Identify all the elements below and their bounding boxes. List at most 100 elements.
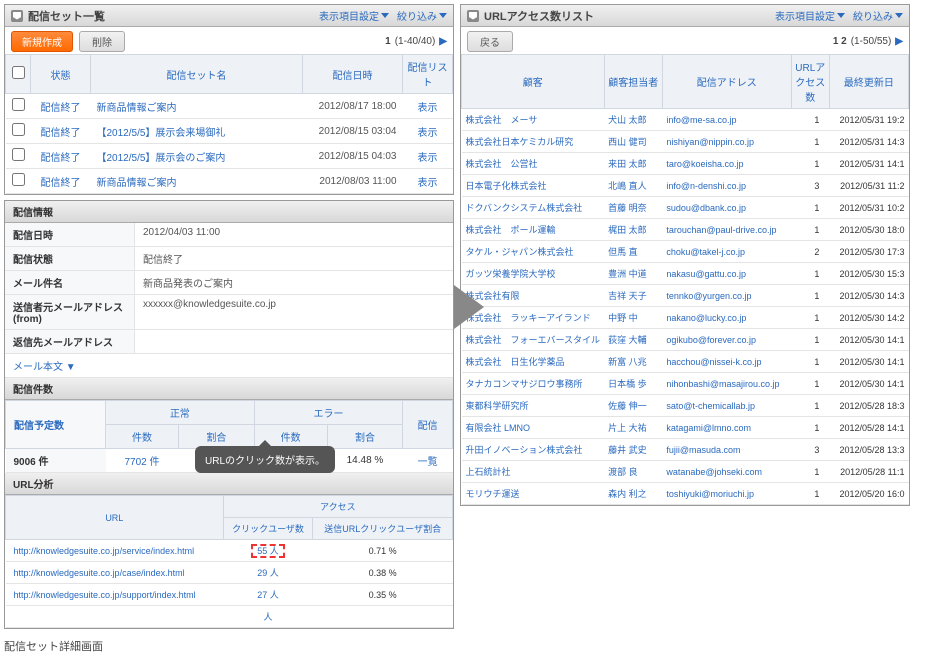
customer-cell[interactable]: 日本電子化株式会社 [462, 175, 605, 197]
url-cell[interactable]: http://knowledgesuite.co.jp/service/inde… [6, 540, 224, 562]
customer-cell[interactable]: 株式会社日本ケミカル研究 [462, 131, 605, 153]
rep-cell[interactable]: 片上 大祐 [604, 417, 662, 439]
customer-cell[interactable]: 上石統計社 [462, 461, 605, 483]
rep-cell[interactable]: 中野 中 [604, 307, 662, 329]
table-row[interactable]: 株式会社 ラッキーアイランド中野 中nakano@lucky.co.jp1201… [462, 307, 909, 329]
table-row[interactable]: 配信終了新商品情報ご案内2012/08/17 18:00表示 [6, 94, 453, 119]
email-cell[interactable]: hacchou@nissei-k.co.jp [662, 351, 791, 373]
email-cell[interactable]: tennko@yurgen.co.jp [662, 285, 791, 307]
select-all-checkbox[interactable] [6, 55, 31, 94]
table-row[interactable]: モリウチ運送森内 利之toshiyuki@moriuchi.jp12012/05… [462, 483, 909, 505]
table-row[interactable]: 株式会社日本ケミカル研究西山 健司nishiyan@nippin.co.jp12… [462, 131, 909, 153]
email-cell[interactable]: info@n-denshi.co.jp [662, 175, 791, 197]
rep-cell[interactable]: 首藤 明奈 [604, 197, 662, 219]
rep-cell[interactable]: 西山 健司 [604, 131, 662, 153]
table-row[interactable]: ガッツ栄養学院大学校豊洲 中道nakasu@gattu.co.jp12012/0… [462, 263, 909, 285]
rep-cell[interactable]: 佐藤 伸一 [604, 395, 662, 417]
table-row[interactable]: 株式会社 ポール運輸梶田 太郎tarouchan@paul-drive.co.j… [462, 219, 909, 241]
email-cell[interactable]: tarouchan@paul-drive.co.jp [662, 219, 791, 241]
col-updated[interactable]: 最終更新日 [829, 55, 908, 109]
list-link[interactable]: 表示 [403, 144, 453, 169]
customer-cell[interactable]: 有限会社 LMNO [462, 417, 605, 439]
table-row[interactable]: ドクバンクシステム株式会社首藤 明奈sudou@dbank.co.jp12012… [462, 197, 909, 219]
rep-cell[interactable]: 豊洲 中道 [604, 263, 662, 285]
rep-cell[interactable]: 森内 利之 [604, 483, 662, 505]
display-settings-link[interactable]: 表示項目設定 [775, 8, 845, 23]
url-cell[interactable]: http://knowledgesuite.co.jp/support/inde… [6, 584, 224, 606]
rep-cell[interactable]: 梶田 太郎 [604, 219, 662, 241]
display-settings-link[interactable]: 表示項目設定 [319, 8, 389, 23]
mail-body-link[interactable]: メール本文 ▼ [5, 354, 453, 378]
back-button[interactable]: 戻る [467, 31, 513, 52]
rep-cell[interactable]: 日本橋 歩 [604, 373, 662, 395]
filter-link[interactable]: 絞り込み [853, 8, 903, 23]
email-cell[interactable]: fujii@masuda.com [662, 439, 791, 461]
row-checkbox[interactable] [6, 94, 31, 119]
customer-cell[interactable]: 株式会社 フォーエバースタイル [462, 329, 605, 351]
col-datetime[interactable]: 配信日時 [303, 55, 403, 94]
table-row[interactable]: 東都科学研究所佐藤 伸一sato@t-chemicallab.jp12012/0… [462, 395, 909, 417]
table-row[interactable]: 配信終了【2012/5/5】展示会来場御礼2012/08/15 03:04表示 [6, 119, 453, 144]
email-cell[interactable]: nakano@lucky.co.jp [662, 307, 791, 329]
table-row[interactable]: タケル・ジャパン株式会社但馬 直choku@takel-j.co.jp22012… [462, 241, 909, 263]
table-row[interactable]: 升田イノベーション株式会社藤井 武史fujii@masuda.com32012/… [462, 439, 909, 461]
table-row[interactable]: 配信終了【2012/5/5】展示会のご案内2012/08/15 04:03表示 [6, 144, 453, 169]
rep-cell[interactable]: 荻窪 大輔 [604, 329, 662, 351]
name-cell[interactable]: 新商品情報ご案内 [91, 169, 303, 194]
col-list[interactable]: 配信リスト [403, 55, 453, 94]
customer-cell[interactable]: 株式会社 日生化学薬品 [462, 351, 605, 373]
next-page-icon[interactable]: ▶ [439, 36, 447, 47]
next-page-icon[interactable]: ▶ [895, 36, 903, 47]
click-users-cell[interactable]: 27 人 [223, 584, 313, 606]
customer-cell[interactable]: 株式会社 メーサ [462, 109, 605, 131]
email-cell[interactable]: nihonbashi@masajirou.co.jp [662, 373, 791, 395]
list-link[interactable]: 表示 [403, 119, 453, 144]
email-cell[interactable]: nishiyan@nippin.co.jp [662, 131, 791, 153]
col-name[interactable]: 配信セット名 [91, 55, 303, 94]
email-cell[interactable]: ogikubo@forever.co.jp [662, 329, 791, 351]
rep-cell[interactable]: 渡部 良 [604, 461, 662, 483]
customer-cell[interactable]: 株式会社 公営社 [462, 153, 605, 175]
pager[interactable]: 1 (1-40/40)▶ [385, 36, 447, 47]
customer-cell[interactable]: タケル・ジャパン株式会社 [462, 241, 605, 263]
url-cell[interactable]: http://knowledgesuite.co.jp/case/index.h… [6, 562, 224, 584]
rep-cell[interactable]: 新富 八兆 [604, 351, 662, 373]
customer-cell[interactable]: ドクバンクシステム株式会社 [462, 197, 605, 219]
rep-cell[interactable]: 犬山 太郎 [604, 109, 662, 131]
rep-cell[interactable]: 来田 太郎 [604, 153, 662, 175]
customer-cell[interactable]: 株式会社 ポール運輸 [462, 219, 605, 241]
rep-cell[interactable]: 吉祥 天子 [604, 285, 662, 307]
table-row[interactable]: タナカコンマサジロウ事務所日本橋 歩nihonbashi@masajirou.c… [462, 373, 909, 395]
email-cell[interactable]: choku@takel-j.co.jp [662, 241, 791, 263]
click-users-cell[interactable]: 55 人 [223, 540, 313, 562]
name-cell[interactable]: 【2012/5/5】展示会来場御礼 [91, 119, 303, 144]
click-users-cell[interactable]: 29 人 [223, 562, 313, 584]
pager[interactable]: 1 2 (1-50/55)▶ [833, 36, 903, 47]
table-row[interactable]: 株式会社 メーサ犬山 太郎info@me-sa.co.jp12012/05/31… [462, 109, 909, 131]
email-cell[interactable]: sato@t-chemicallab.jp [662, 395, 791, 417]
name-cell[interactable]: 新商品情報ご案内 [91, 94, 303, 119]
name-cell[interactable]: 【2012/5/5】展示会のご案内 [91, 144, 303, 169]
customer-cell[interactable]: 升田イノベーション株式会社 [462, 439, 605, 461]
table-row[interactable]: 株式会社有限吉祥 天子tennko@yurgen.co.jp12012/05/3… [462, 285, 909, 307]
new-button[interactable]: 新規作成 [11, 31, 73, 52]
delete-button[interactable]: 削除 [79, 31, 125, 52]
email-cell[interactable]: katagami@lmno.com [662, 417, 791, 439]
rep-cell[interactable]: 藤井 武史 [604, 439, 662, 461]
email-cell[interactable]: info@me-sa.co.jp [662, 109, 791, 131]
email-cell[interactable]: toshiyuki@moriuchi.jp [662, 483, 791, 505]
customer-cell[interactable]: ガッツ栄養学院大学校 [462, 263, 605, 285]
table-row[interactable]: 株式会社 公営社来田 太郎taro@koeisha.co.jp12012/05/… [462, 153, 909, 175]
row-checkbox[interactable] [6, 119, 31, 144]
col-customer[interactable]: 顧客 [462, 55, 605, 109]
customer-cell[interactable]: タナカコンマサジロウ事務所 [462, 373, 605, 395]
customer-cell[interactable]: モリウチ運送 [462, 483, 605, 505]
filter-link[interactable]: 絞り込み [397, 8, 447, 23]
list-link[interactable]: 表示 [403, 169, 453, 194]
table-row[interactable]: 株式会社 フォーエバースタイル荻窪 大輔ogikubo@forever.co.j… [462, 329, 909, 351]
click-users-cell[interactable]: 人 [223, 606, 313, 628]
col-rep[interactable]: 顧客担当者 [604, 55, 662, 109]
url-cell[interactable] [6, 606, 224, 628]
email-cell[interactable]: sudou@dbank.co.jp [662, 197, 791, 219]
list-link[interactable]: 表示 [403, 94, 453, 119]
